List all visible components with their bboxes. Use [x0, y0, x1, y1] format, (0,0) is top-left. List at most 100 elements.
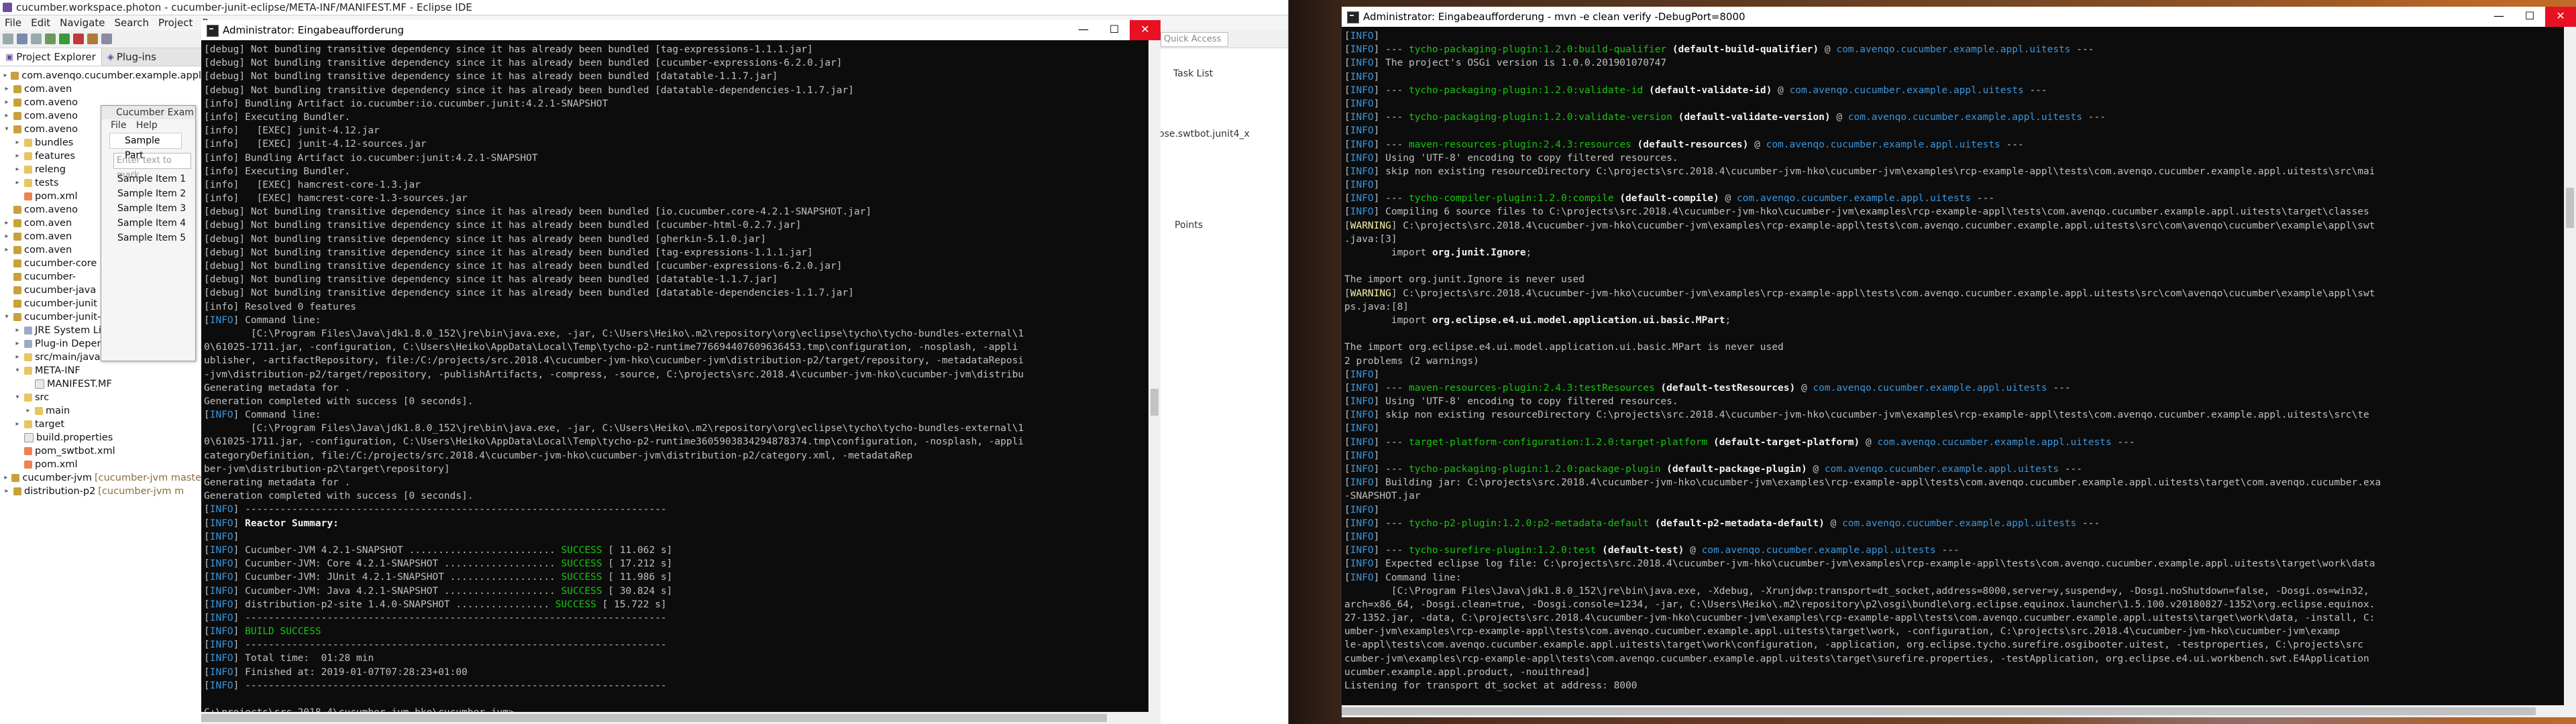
- cmd-right-title-bar[interactable]: Administrator: Eingabeaufforderung - mvn…: [1342, 7, 2576, 27]
- run-icon[interactable]: [59, 34, 70, 44]
- scroll-thumb[interactable]: [1342, 707, 2536, 715]
- minimize-icon[interactable]: —: [2483, 7, 2514, 27]
- cucumber-example-app-window[interactable]: Cucumber Exam File Help Sample Part Ente…: [101, 105, 196, 361]
- chevron-down-icon[interactable]: ▾: [3, 123, 11, 136]
- horizontal-scrollbar[interactable]: [1342, 705, 2564, 717]
- chevron-right-icon[interactable]: ▸: [3, 471, 9, 485]
- inner-menu-file[interactable]: File: [111, 120, 126, 131]
- scroll-thumb[interactable]: [1150, 389, 1159, 416]
- vertical-scrollbar[interactable]: [2564, 27, 2576, 705]
- chevron-right-icon[interactable]: ▸: [3, 217, 11, 230]
- chevron-right-icon[interactable]: ▸: [3, 230, 11, 243]
- menu-file[interactable]: File: [0, 17, 26, 29]
- quick-access-input[interactable]: Quick Access: [1161, 32, 1228, 47]
- minimize-icon[interactable]: —: [1068, 20, 1099, 40]
- tree-item[interactable]: ▸ distribution-p2 [cucumber-jvm m: [0, 485, 201, 498]
- cmd-left-title-bar[interactable]: Administrator: Eingabeaufforderung — ☐ ✕: [201, 20, 1161, 40]
- sample-item[interactable]: Sample Item 4: [101, 216, 195, 231]
- cmd-right-output[interactable]: [INFO] [INFO] --- tycho-packaging-plugin:…: [1342, 27, 2564, 705]
- tree-item-label: src: [35, 392, 50, 403]
- chevron-down-icon[interactable]: ▾: [3, 310, 11, 324]
- horizontal-scrollbar[interactable]: [201, 712, 1148, 724]
- tree-item[interactable]: ▸ target: [0, 418, 201, 431]
- chevron-right-icon[interactable]: ▸: [3, 69, 8, 82]
- console-line: arch=x86_64, -Dosgi.clean=true, -Dosgi.c…: [1344, 598, 2564, 611]
- external-tools-icon[interactable]: [87, 34, 98, 44]
- console-line: [INFO] --- tycho-p2-plugin:1.2.0:p2-meta…: [1344, 517, 2564, 530]
- console-text: [: [1344, 477, 1350, 489]
- menu-project[interactable]: Project: [154, 17, 197, 29]
- tree-item[interactable]: ▾ src: [0, 391, 201, 404]
- tab-project-explorer-label: Project Explorer: [16, 51, 96, 63]
- maximize-icon[interactable]: ☐: [1099, 20, 1130, 40]
- scroll-thumb[interactable]: [201, 714, 1107, 722]
- stop-icon[interactable]: [73, 34, 84, 44]
- tree-item[interactable]: MANIFEST.MF: [0, 377, 201, 391]
- inner-menu-help[interactable]: Help: [136, 120, 158, 131]
- tree-item[interactable]: ▸ com.aven: [0, 82, 201, 96]
- chevron-down-icon[interactable]: ▾: [13, 364, 21, 377]
- chevron-down-icon[interactable]: ▾: [13, 391, 21, 404]
- chevron-right-icon[interactable]: ▸: [13, 337, 21, 351]
- sample-item[interactable]: Sample Item 3: [101, 201, 195, 216]
- chevron-right-icon[interactable]: ▸: [3, 96, 11, 109]
- console-text: [: [1344, 545, 1350, 556]
- tree-item[interactable]: ▸ main: [0, 404, 201, 418]
- tree-item[interactable]: build.properties: [0, 431, 201, 444]
- chevron-right-icon[interactable]: ▸: [3, 243, 11, 257]
- task-list-tab[interactable]: Task List: [1173, 68, 1213, 79]
- eclipse-title-bar[interactable]: cucumber.workspace.photon - cucumber-jun…: [0, 0, 1288, 15]
- search-icon[interactable]: [101, 34, 112, 44]
- tree-item[interactable]: pom_swtbot.xml: [0, 444, 201, 458]
- chevron-right-icon[interactable]: ▸: [13, 136, 21, 149]
- console-text: [: [1344, 396, 1350, 408]
- chevron-right-icon[interactable]: ▸: [13, 324, 21, 337]
- console-text: @: [1772, 84, 1790, 96]
- chevron-right-icon[interactable]: ▸: [3, 82, 11, 96]
- chevron-right-icon[interactable]: ▸: [24, 404, 32, 418]
- menu-search[interactable]: Search: [109, 17, 154, 29]
- cmd-window-left[interactable]: Administrator: Eingabeaufforderung — ☐ ✕…: [201, 20, 1161, 724]
- console-text: INFO: [1350, 193, 1374, 204]
- tree-item[interactable]: pom.xml: [0, 458, 201, 471]
- maximize-icon[interactable]: ☐: [2514, 7, 2545, 27]
- tree-item[interactable]: ▾ META-INF: [0, 364, 201, 377]
- new-icon[interactable]: [3, 34, 13, 44]
- close-icon[interactable]: ✕: [1130, 20, 1161, 40]
- console-text: [: [1344, 31, 1350, 42]
- console-text: SUCCESS: [555, 599, 596, 610]
- menu-navigate[interactable]: Navigate: [55, 17, 109, 29]
- console-line: [info] [EXEC] junit-4.12-sources.jar: [204, 137, 1148, 151]
- sample-item[interactable]: Sample Item 2: [101, 186, 195, 201]
- sample-part-tab[interactable]: Sample Part: [109, 133, 182, 161]
- chevron-right-icon[interactable]: ▸: [13, 418, 21, 431]
- chevron-right-icon[interactable]: ▸: [13, 351, 21, 364]
- chevron-right-icon[interactable]: ▸: [13, 176, 21, 190]
- chevron-right-icon[interactable]: ▸: [13, 163, 21, 176]
- scroll-thumb[interactable]: [2566, 188, 2574, 228]
- console-text: [: [204, 640, 210, 651]
- tree-item[interactable]: ▸ com.avenqo.cucumber.example.appl: [0, 69, 201, 82]
- vertical-scrollbar[interactable]: [1148, 40, 1161, 712]
- console-text: INFO: [1350, 152, 1374, 164]
- console-line: [INFO] Expected eclipse log file: C:\pro…: [1344, 557, 2564, 570]
- sample-item[interactable]: Sample Item 5: [101, 231, 195, 245]
- chevron-right-icon[interactable]: ▸: [3, 485, 11, 498]
- sample-filter-input[interactable]: Enter text to mark: [113, 153, 191, 180]
- close-icon[interactable]: ✕: [2545, 7, 2576, 27]
- cmd-left-output[interactable]: [debug] Not bundling transitive dependen…: [201, 40, 1148, 712]
- cmd-window-right[interactable]: Administrator: Eingabeaufforderung - mvn…: [1342, 7, 2576, 717]
- console-text: ] --------------------------------------…: [233, 504, 667, 516]
- save-icon[interactable]: [17, 34, 28, 44]
- chevron-right-icon[interactable]: ▸: [13, 149, 21, 163]
- console-line: Generation completed with success [0 sec…: [204, 395, 1148, 408]
- tab-project-explorer[interactable]: ▣ Project Explorer: [0, 48, 102, 66]
- console-text: @: [1824, 518, 1843, 529]
- sample-item[interactable]: Sample Item 1: [101, 172, 195, 186]
- debug-icon[interactable]: [45, 34, 56, 44]
- print-icon[interactable]: [31, 34, 42, 44]
- menu-edit[interactable]: Edit: [26, 17, 55, 29]
- tree-item[interactable]: ▸ cucumber-jvm [cucumber-jvm maste: [0, 471, 201, 485]
- chevron-right-icon[interactable]: ▸: [3, 109, 11, 123]
- tab-plugins[interactable]: ◈ Plug-ins: [102, 48, 162, 66]
